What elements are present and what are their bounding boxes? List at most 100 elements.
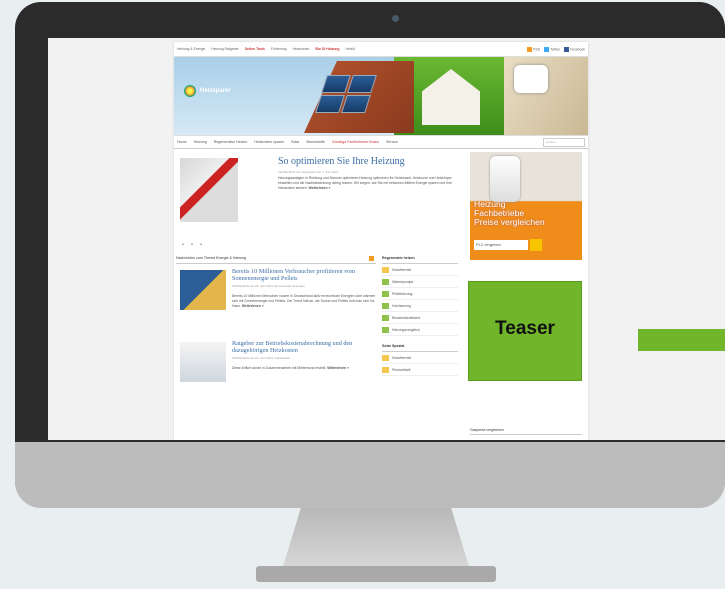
fachbetriebe-ad-banner[interactable]: Heizung Fachbetriebe Preise vergleichen … — [470, 152, 582, 260]
leaf-icon — [382, 278, 389, 285]
sidebar-link-label: Holzheizung — [392, 303, 411, 308]
topnav-link[interactable]: Bio Ol Heizung — [315, 47, 339, 51]
sidebar-heading: Solar Spezial — [382, 342, 458, 352]
nav-item[interactable]: Service — [386, 140, 398, 144]
nav-item[interactable]: Günstige Fachbetriebe finden — [332, 140, 379, 144]
twitter-link[interactable]: Twitter — [544, 46, 561, 52]
sidebar-link[interactable]: Solarthermie — [382, 352, 458, 364]
read-more-link[interactable]: Weiterlesen » — [327, 366, 349, 370]
sidebar-link-label: Blockheizkraftwerk — [392, 315, 421, 320]
leaf-icon — [382, 290, 389, 297]
teaser-callout: Teaser — [468, 281, 582, 381]
sidebar-link[interactable]: Wärmepumpe — [382, 276, 458, 288]
news-body: Bereits 10 Millionen Menschen nutzen in … — [232, 294, 382, 309]
site-logo[interactable]: Heizsparer — [184, 85, 231, 97]
logo-text: Heizsparer — [200, 88, 231, 94]
news-meta: Veröffentlicht am 29. Juni 2011 | Erneue… — [232, 284, 305, 288]
postcode-input[interactable]: PLZ eingeben — [474, 240, 528, 250]
social-links: RSS Twitter Facebook — [527, 46, 585, 52]
news-meta: Veröffentlicht am 22. Juni 2011 | Heizko… — [232, 356, 291, 360]
nav-item[interactable]: Regenerative Heizen — [214, 140, 248, 144]
sidebar-link-label: Photovoltaik — [392, 367, 411, 372]
twitter-icon — [544, 46, 550, 52]
sidebar-link[interactable]: Holzheizung — [382, 300, 458, 312]
search-input[interactable]: suchen — [543, 137, 585, 147]
thermostat-image — [514, 65, 548, 93]
regenerative-sidebar: Regenerativ heizen Solarthermie Wärmepum… — [382, 254, 458, 376]
featured-meta: Veröffentlicht von Heizsparer am 7. Juni… — [278, 170, 339, 174]
sun-icon — [382, 354, 389, 361]
twitter-label: Twitter — [550, 46, 561, 51]
search-button[interactable] — [530, 239, 542, 251]
main-navigation: Home Heizung Regenerative Heizen Heizkos… — [174, 135, 588, 149]
rss-link[interactable]: RSS — [527, 46, 541, 52]
nav-item[interactable]: Solar — [291, 140, 299, 144]
read-more-link[interactable]: Weiterlesen » — [309, 186, 331, 190]
rss-icon — [527, 46, 533, 52]
news-title[interactable]: Bereits 10 Millionen Verbraucher profiti… — [232, 268, 382, 282]
leaf-icon — [382, 314, 389, 321]
news-heading-text: Nachrichten zum Thema Energie & Heizung — [176, 256, 247, 260]
topnav-link[interactable]: Heizöl — [345, 47, 354, 51]
news-text: Diese Artikel wurde in Zusammenarbeit mi… — [232, 366, 327, 370]
monitor-screen: Heizung & Energie Heizung Ratgeber Onlin… — [48, 38, 725, 440]
leaf-icon — [382, 302, 389, 309]
topnav-link[interactable]: Online Tools — [245, 47, 265, 51]
news-section-heading: Nachrichten zum Thema Energie & Heizung — [176, 254, 376, 264]
site-header: Heizsparer — [174, 57, 588, 135]
featured-body: Heizungsanlagen in Richtung und Brenner … — [278, 176, 458, 191]
sun-icon — [382, 266, 389, 273]
teaser-arrow — [638, 329, 725, 351]
rss-icon[interactable] — [369, 256, 374, 261]
sidebar-heading: Gaspreise vergleichen — [470, 426, 582, 435]
news-body: Diese Artikel wurde in Zusammenarbeit mi… — [232, 366, 382, 371]
thermostat-image — [490, 156, 520, 202]
rss-label: RSS — [533, 46, 541, 51]
sidebar-link-label: Wärmepumpe — [392, 279, 414, 284]
ad-line: Preise vergleichen — [474, 217, 545, 227]
sidebar-link-label: Pelletheizung — [392, 291, 413, 296]
facebook-label: Facebook — [570, 46, 585, 51]
topnav-link[interactable]: Förderung — [271, 47, 287, 51]
right-sidebar-section: Gaspreise vergleichen — [470, 426, 582, 435]
sidebar-link[interactable]: Heizungsvergleich — [382, 324, 458, 336]
featured-title[interactable]: So optimieren Sie Ihre Heizung — [278, 156, 405, 167]
sidebar-link-label: Heizungsvergleich — [392, 327, 420, 332]
camera-icon — [392, 15, 399, 22]
sidebar-heading: Regenerativ heizen — [382, 254, 458, 264]
facebook-link[interactable]: Facebook — [564, 46, 585, 52]
topnav-link[interactable]: Heizung Ratgeber — [211, 47, 238, 51]
top-navigation: Heizung & Energie Heizung Ratgeber Onlin… — [174, 42, 588, 57]
nav-item[interactable]: Home — [177, 140, 187, 144]
sidebar-link-label: Solarthermie — [392, 355, 412, 360]
teaser-label: Teaser — [495, 318, 555, 339]
sidebar-link[interactable]: Photovoltaik — [382, 364, 458, 376]
sidebar-link[interactable]: Pelletheizung — [382, 288, 458, 300]
sun-icon — [382, 366, 389, 373]
topnav-link[interactable]: Heizung & Energie — [177, 47, 205, 51]
monitor-stand-base — [256, 566, 496, 582]
read-more-link[interactable]: Weiterlesen » — [242, 304, 264, 308]
nav-item[interactable]: Heizkosten sparen — [254, 140, 284, 144]
monitor-stand — [282, 508, 470, 570]
logo-icon — [184, 85, 196, 97]
news-title[interactable]: Ratgeber zur Betriebskostenabrechnung un… — [232, 340, 382, 354]
featured-image[interactable] — [180, 158, 238, 222]
ad-text: Heizung Fachbetriebe Preise vergleichen — [474, 200, 545, 227]
leaf-icon — [382, 326, 389, 333]
monitor-chin — [15, 442, 725, 508]
slider-dots[interactable]: • • • — [182, 242, 205, 248]
news-item: Bereits 10 Millionen Verbraucher profiti… — [180, 268, 380, 336]
topnav-link[interactable]: Heizkosten — [293, 47, 310, 51]
facebook-icon — [564, 46, 570, 52]
featured-article: So optimieren Sie Ihre Heizung Veröffent… — [180, 156, 464, 246]
featured-text: Heizungsanlagen in Richtung und Brenner … — [278, 176, 452, 190]
sidebar-link-label: Solarthermie — [392, 267, 412, 272]
news-item: Ratgeber zur Betriebskostenabrechnung un… — [180, 340, 380, 408]
news-image[interactable] — [180, 342, 226, 382]
sidebar-link[interactable]: Blockheizkraftwerk — [382, 312, 458, 324]
news-image[interactable] — [180, 270, 226, 310]
sidebar-link[interactable]: Solarthermie — [382, 264, 458, 276]
nav-item[interactable]: Brennstoffe — [307, 140, 325, 144]
nav-item[interactable]: Heizung — [194, 140, 207, 144]
